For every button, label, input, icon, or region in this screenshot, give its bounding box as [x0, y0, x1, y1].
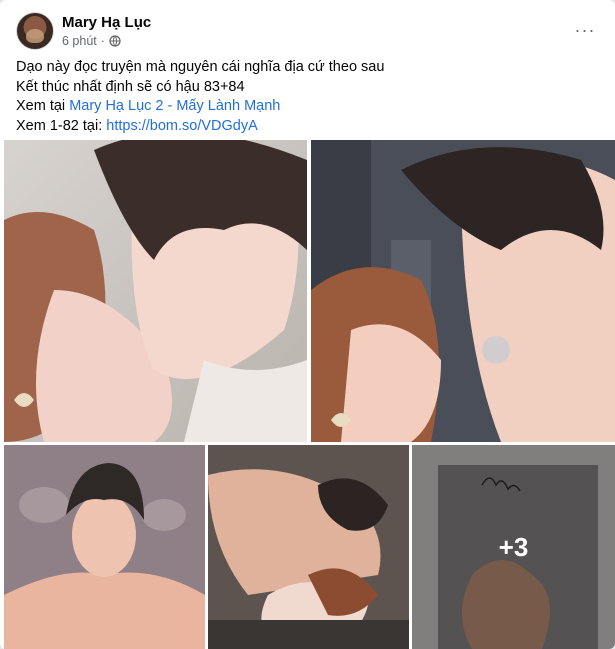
post-timestamp[interactable]: 6 phút	[62, 34, 97, 48]
post-line-3: Xem tại Mary Hạ Lục 2 - Mấy Lành Mạnh	[16, 97, 599, 117]
more-options-icon[interactable]: ···	[571, 18, 599, 42]
post-header: Mary Hạ Lục 6 phút · ···	[16, 12, 599, 52]
photo-3[interactable]	[4, 445, 205, 649]
post-line-3-prefix: Xem tại	[16, 98, 70, 114]
photo-5-more[interactable]: +3	[412, 445, 615, 649]
photo-2[interactable]	[311, 140, 615, 442]
external-link[interactable]: https://bom.so/VDGdyA	[106, 118, 258, 134]
post-text: Dạo này đọc truyện mà nguyên cái nghĩa đ…	[16, 58, 599, 136]
post-line-1: Dạo này đọc truyện mà nguyên cái nghĩa đ…	[16, 59, 385, 75]
more-photos-count: +3	[498, 531, 529, 562]
page-link[interactable]: Mary Hạ Lục 2 - Mấy Lành Mạnh	[69, 98, 280, 114]
meta-separator: ·	[100, 34, 105, 48]
more-photos-overlay[interactable]: +3	[412, 445, 615, 649]
photo-4[interactable]	[208, 445, 409, 649]
post-card: Mary Hạ Lục 6 phút · ··· Dạo này đọc tru…	[0, 0, 615, 649]
photo-1[interactable]	[4, 140, 307, 442]
post-line-4-prefix: Xem 1-82 tại:	[16, 117, 107, 134]
post-line-2: Kết thúc nhất định sẽ có hậu 83+84	[16, 78, 245, 95]
globe-icon[interactable]	[109, 35, 121, 47]
avatar[interactable]	[16, 12, 54, 50]
post-line-4: Xem 1-82 tại: https://bom.so/VDGdyA	[16, 117, 599, 137]
post-meta: 6 phút ·	[62, 34, 121, 48]
photo-grid: +3	[0, 137, 615, 649]
author-name[interactable]: Mary Hạ Lục	[62, 14, 151, 31]
